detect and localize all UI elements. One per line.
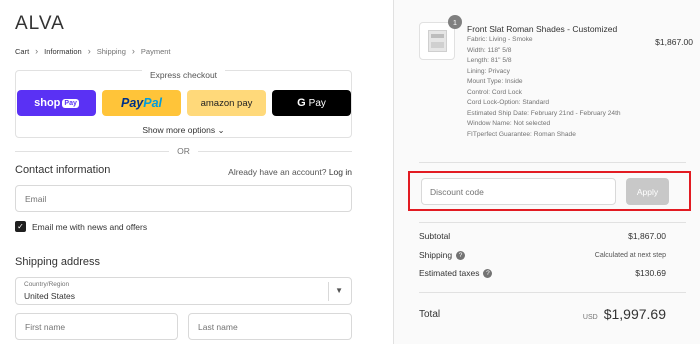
login-link[interactable]: Log in — [329, 167, 352, 177]
breadcrumb-cart[interactable]: Cart — [15, 47, 29, 56]
country-value: United States — [24, 291, 76, 301]
detail-line: Window Name: Not selected — [467, 120, 551, 127]
shop-pay-button[interactable]: shop Pay — [17, 90, 96, 116]
apply-discount-button[interactable]: Apply — [626, 178, 669, 205]
roman-shade-image — [428, 30, 447, 52]
total-row: Total USD $1,997.69 — [419, 306, 666, 322]
amazon-pay-button[interactable]: amazon pay — [187, 90, 266, 116]
taxes-row: Estimated taxes? $130.69 — [419, 268, 666, 279]
breadcrumb-payment: Payment — [140, 46, 171, 56]
detail-line: FITperfect Guarantee: Roman Shade — [467, 130, 576, 138]
or-label: OR — [169, 146, 198, 156]
detail-line: Lining: Privacy — [467, 67, 510, 75]
total-currency: USD — [582, 314, 598, 321]
quantity-badge: 1 — [448, 15, 462, 29]
breadcrumb-information: Information — [44, 46, 82, 56]
paypal-button[interactable]: Pay Pal — [102, 90, 181, 116]
last-name-field[interactable]: Last name — [188, 313, 352, 340]
chevron-right-icon: › — [87, 46, 91, 56]
shipping-row: Shipping? Calculated at next step — [419, 250, 666, 261]
breadcrumb-shipping: Shipping — [96, 46, 126, 56]
product-details: Fabric: Living - Smoke Width: 118" 5/8 L… — [467, 35, 622, 140]
question-icon[interactable]: ? — [456, 251, 466, 261]
shipping-value: Calculated at next step — [594, 251, 666, 259]
newsletter-label: Email me with news and offers — [32, 221, 148, 232]
chevron-right-icon: › — [131, 46, 135, 56]
total-label: Total — [419, 308, 441, 320]
divider — [419, 222, 686, 223]
newsletter-checkbox[interactable]: ✓ — [15, 221, 26, 232]
detail-line: Control: Cord Lock — [467, 88, 522, 96]
question-icon[interactable]: ? — [483, 269, 493, 279]
country-select[interactable]: Country/Region United States ▼ — [15, 277, 352, 305]
order-summary: 1 Front Slat Roman Shades - Customized $… — [393, 0, 700, 344]
detail-line: Estimated Ship Date: February 21nd - Feb… — [467, 109, 621, 117]
discount-code-input[interactable]: Discount code — [421, 178, 616, 205]
product-price: $1,867.00 — [655, 37, 693, 47]
chevron-down-icon: ▼ — [335, 286, 343, 295]
taxes-label: Estimated taxes — [419, 268, 480, 278]
show-more-options-link[interactable]: Show more options ⌄ — [15, 125, 352, 136]
checkout-main: ALVA Cart › Information › Shipping › Pay… — [0, 0, 393, 344]
total-value: $1,997.69 — [603, 306, 666, 322]
express-checkout-title: Express checkout — [141, 70, 226, 80]
taxes-value: $130.69 — [635, 268, 666, 279]
detail-line: Mount Type: Inside — [467, 78, 523, 85]
shipping-label: Shipping — [419, 250, 453, 260]
product-title: Front Slat Roman Shades - Customized — [467, 24, 618, 34]
subtotal-value: $1,867.00 — [628, 231, 666, 241]
chevron-right-icon: › — [35, 46, 39, 56]
divider — [419, 162, 686, 163]
divider — [419, 292, 686, 293]
google-icon: G — [297, 97, 306, 109]
shipping-address-title: Shipping address — [15, 256, 101, 268]
google-pay-button[interactable]: G Pay — [272, 90, 351, 116]
discount-highlight: Discount code Apply — [408, 171, 691, 211]
account-prompt: Already have an account? Log in — [228, 167, 352, 177]
breadcrumb: Cart › Information › Shipping › Payment — [15, 46, 171, 56]
detail-line: Length: 81" 5/8 — [467, 57, 512, 64]
newsletter-option: ✓ Email me with news and offers — [15, 221, 147, 232]
email-field[interactable]: Email — [15, 185, 352, 212]
chevron-down-icon: ⌄ — [217, 125, 225, 135]
subtotal-label: Subtotal — [419, 231, 451, 241]
store-logo[interactable]: ALVA — [15, 13, 65, 35]
first-name-field[interactable]: First name — [15, 313, 178, 340]
detail-line: Width: 118" 5/8 — [467, 46, 512, 54]
contact-title: Contact information — [15, 164, 111, 176]
detail-line: Fabric: Living - Smoke — [467, 36, 533, 43]
detail-line: Cord Lock-Option: Standard — [467, 99, 550, 106]
country-label: Country/Region — [24, 281, 70, 288]
subtotal-row: Subtotal $1,867.00 — [419, 231, 666, 241]
product-thumbnail — [419, 22, 455, 60]
